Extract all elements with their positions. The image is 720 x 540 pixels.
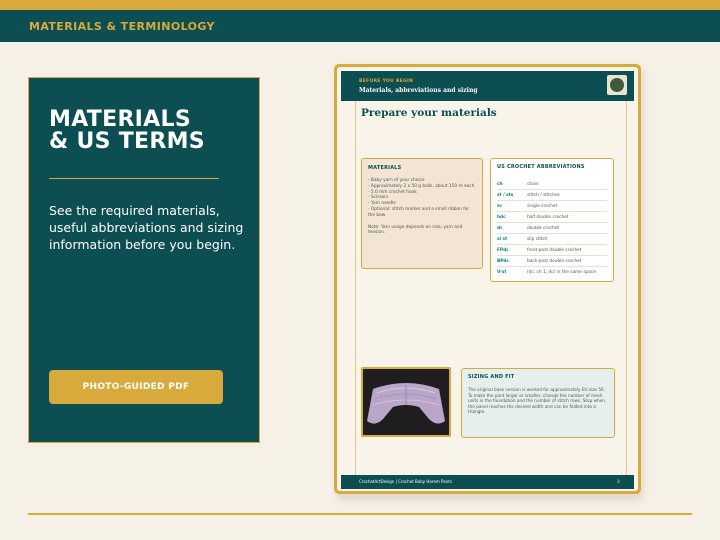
abbreviation-row: hdc half double crochet xyxy=(497,212,607,223)
top-bar: MATERIALS & TERMINOLOGY xyxy=(0,10,720,42)
panel-description: See the required materials, useful abbre… xyxy=(49,203,244,252)
panel-title-line-1: MATERIALS xyxy=(49,107,191,132)
crochet-pants-photo xyxy=(361,367,451,437)
abbreviations-heading: US CROCHET ABBREVIATIONS xyxy=(497,164,585,170)
abbreviation-meaning: stitch / stitches xyxy=(527,192,560,198)
bottom-divider xyxy=(28,513,692,515)
abbreviation-term: sl st xyxy=(497,236,508,242)
sizing-text: The original base version is worked for … xyxy=(468,387,605,415)
abbreviation-meaning: single crochet xyxy=(527,203,558,209)
pdf-subtitle: Materials, abbreviations and sizing xyxy=(359,87,478,94)
pdf-page-header: BEFORE YOU BEGIN Materials, abbreviation… xyxy=(341,71,634,101)
abbreviation-row: ch chain xyxy=(497,179,607,190)
pdf-page-title: Prepare your materials xyxy=(361,107,497,119)
sizing-box: SIZING AND FIT The original base version… xyxy=(461,368,615,438)
abbreviation-row: BPdc back-post double crochet xyxy=(497,256,607,267)
panel-divider xyxy=(49,178,219,179)
materials-item: - Approximately 2 x 50 g balls, about 15… xyxy=(368,183,475,189)
pdf-kicker: BEFORE YOU BEGIN xyxy=(359,79,414,84)
abbreviation-term: BPdc xyxy=(497,258,510,264)
pdf-footer-text: CrochetArtDesign | Crochet Baby Harem Pa… xyxy=(359,479,452,484)
abbreviations-box: US CROCHET ABBREVIATIONS ch chain st / st… xyxy=(490,158,614,282)
photo-guided-pdf-button[interactable]: PHOTO-GUIDED PDF xyxy=(49,370,223,404)
abbreviation-row: sc single crochet xyxy=(497,201,607,212)
pdf-page-number: 3 xyxy=(617,479,620,484)
abbreviation-row: FPdc front-post double crochet xyxy=(497,245,607,256)
abbreviation-meaning: half double crochet xyxy=(527,214,569,220)
abbreviation-row: V-st (dc, ch 1, dc) in the same space xyxy=(497,267,607,278)
abbreviation-meaning: double crochet xyxy=(527,225,560,231)
abbreviation-term: hdc xyxy=(497,214,506,220)
page-margin-line-left xyxy=(355,101,356,476)
abbreviation-meaning: (dc, ch 1, dc) in the same space xyxy=(527,270,596,275)
abbreviation-term: V-st xyxy=(497,270,507,275)
crochet-pants-image xyxy=(363,369,449,435)
abbreviation-row: sl st slip stitch xyxy=(497,234,607,245)
materials-box: MATERIALS - Baby yarn of your choice - A… xyxy=(361,158,483,269)
abbreviation-meaning: slip stitch xyxy=(527,236,548,242)
abbreviation-term: sc xyxy=(497,203,503,209)
abbreviation-meaning: chain xyxy=(527,181,539,187)
materials-list: - Baby yarn of your choice - Approximate… xyxy=(368,178,476,219)
page-margin-line-right xyxy=(626,101,627,476)
panel-title: MATERIALS & US TERMS xyxy=(49,109,249,153)
abbreviation-row: dc double crochet xyxy=(497,223,607,234)
pdf-page-preview[interactable]: BEFORE YOU BEGIN Materials, abbreviation… xyxy=(334,64,641,494)
pdf-page-footer: CrochetArtDesign | Crochet Baby Harem Pa… xyxy=(341,475,634,489)
abbreviation-meaning: front-post double crochet xyxy=(527,247,582,253)
abbreviation-term: st / sts xyxy=(497,192,514,198)
abbreviation-meaning: back-post double crochet xyxy=(527,258,582,264)
panel-title-line-2: & US TERMS xyxy=(49,129,205,154)
section-title: MATERIALS & TERMINOLOGY xyxy=(29,20,215,33)
abbreviation-row: st / sts stitch / stitches xyxy=(497,190,607,201)
top-accent-stripe xyxy=(0,0,720,10)
info-panel: MATERIALS & US TERMS See the required ma… xyxy=(28,77,260,443)
materials-note: Note: Yarn usage depends on size, yarn a… xyxy=(368,224,463,236)
brand-logo xyxy=(607,75,627,95)
abbreviation-term: dc xyxy=(497,225,503,231)
materials-heading: MATERIALS xyxy=(368,165,402,171)
sizing-heading: SIZING AND FIT xyxy=(468,374,515,380)
abbreviation-term: FPdc xyxy=(497,247,509,253)
abbreviation-term: ch xyxy=(497,181,503,187)
materials-item: - Optional: stitch marker and a small ri… xyxy=(368,206,470,218)
